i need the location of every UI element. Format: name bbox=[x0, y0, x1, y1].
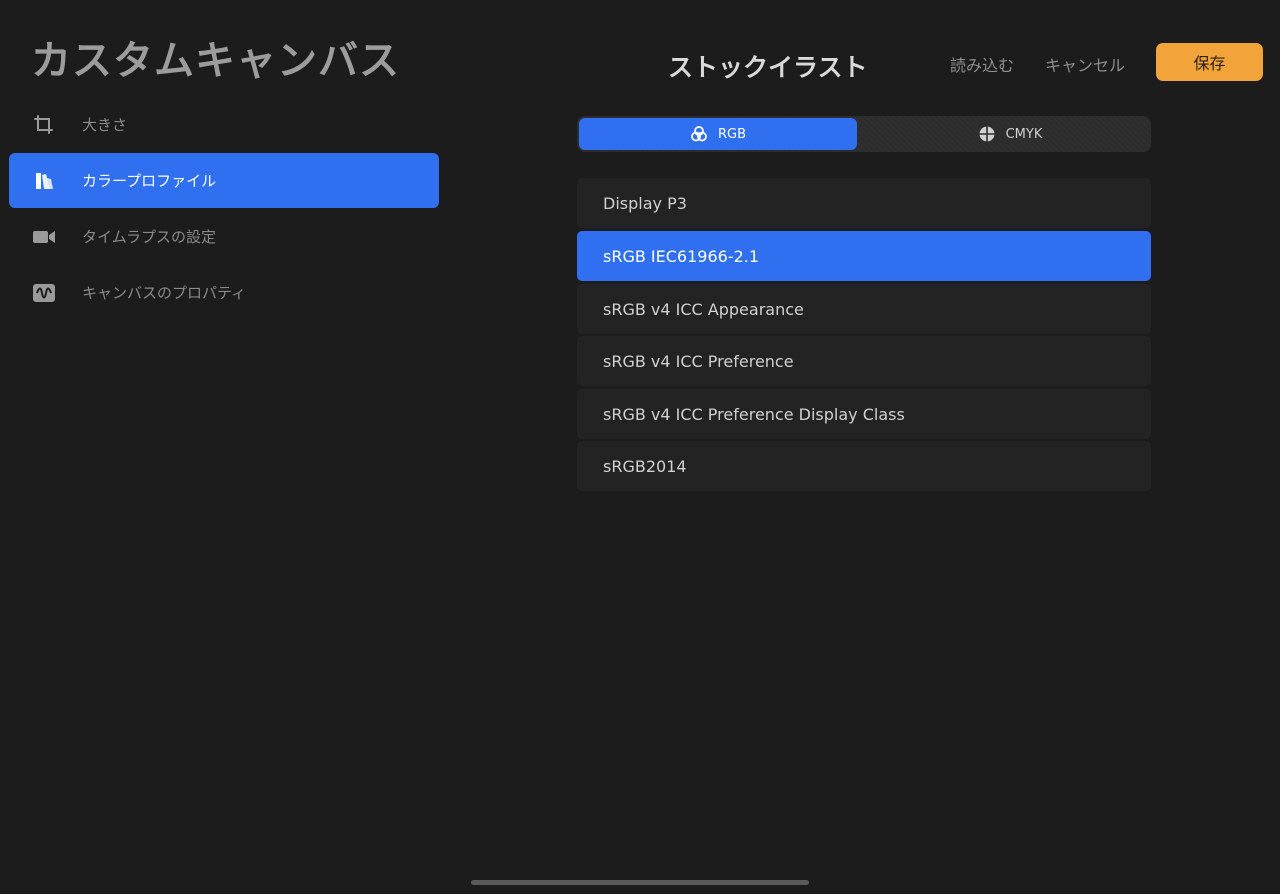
profile-item-srgb-v4-preference[interactable]: sRGB v4 ICC Preference bbox=[577, 336, 1151, 386]
segment-cmyk[interactable]: CMYK bbox=[871, 118, 1149, 150]
video-camera-icon bbox=[32, 225, 56, 249]
sidebar-item-label: カラープロファイル bbox=[82, 172, 217, 190]
sidebar-item-label: 大きさ bbox=[82, 116, 128, 134]
profile-item-srgb-v4-appearance[interactable]: sRGB v4 ICC Appearance bbox=[577, 284, 1151, 334]
sidebar-item-label: タイムラプスの設定 bbox=[82, 228, 216, 246]
import-button[interactable]: 読み込む bbox=[950, 52, 1014, 76]
crop-icon bbox=[32, 113, 56, 137]
rgb-circles-icon bbox=[690, 125, 708, 143]
color-mode-segmented-control: RGB CMYK bbox=[577, 116, 1151, 152]
profile-item-srgb-iec61966[interactable]: sRGB IEC61966-2.1 bbox=[577, 231, 1151, 281]
profile-item-srgb-v4-preference-display-class[interactable]: sRGB v4 ICC Preference Display Class bbox=[577, 389, 1151, 439]
segment-label: CMYK bbox=[1005, 126, 1043, 142]
custom-canvas-screen: カスタムキャンバス 大きさ カラープロファイル タイムラプスの設定 キャンバスの… bbox=[0, 0, 1280, 894]
page-title: カスタムキャンバス bbox=[31, 38, 400, 84]
waveform-icon bbox=[32, 281, 56, 305]
home-indicator[interactable] bbox=[471, 880, 809, 885]
sidebar-item-color-profile[interactable]: カラープロファイル bbox=[9, 153, 439, 208]
cmyk-crosshair-icon bbox=[978, 125, 996, 143]
sidebar-item-canvas-properties[interactable]: キャンバスのプロパティ bbox=[9, 265, 439, 320]
cancel-button[interactable]: キャンセル bbox=[1045, 52, 1125, 76]
sidebar-item-label: キャンバスのプロパティ bbox=[82, 284, 247, 302]
segment-label: RGB bbox=[717, 126, 747, 142]
canvas-name-title[interactable]: ストックイラスト bbox=[668, 48, 868, 84]
profile-item-srgb2014[interactable]: sRGB2014 bbox=[577, 441, 1151, 491]
sidebar-item-timelapse[interactable]: タイムラプスの設定 bbox=[9, 209, 439, 264]
profile-item-display-p3[interactable]: Display P3 bbox=[577, 178, 1151, 228]
sidebar-item-size[interactable]: 大きさ bbox=[9, 97, 439, 152]
segment-rgb[interactable]: RGB bbox=[579, 118, 857, 150]
save-button[interactable]: 保存 bbox=[1156, 43, 1263, 81]
color-fan-icon bbox=[32, 169, 56, 193]
